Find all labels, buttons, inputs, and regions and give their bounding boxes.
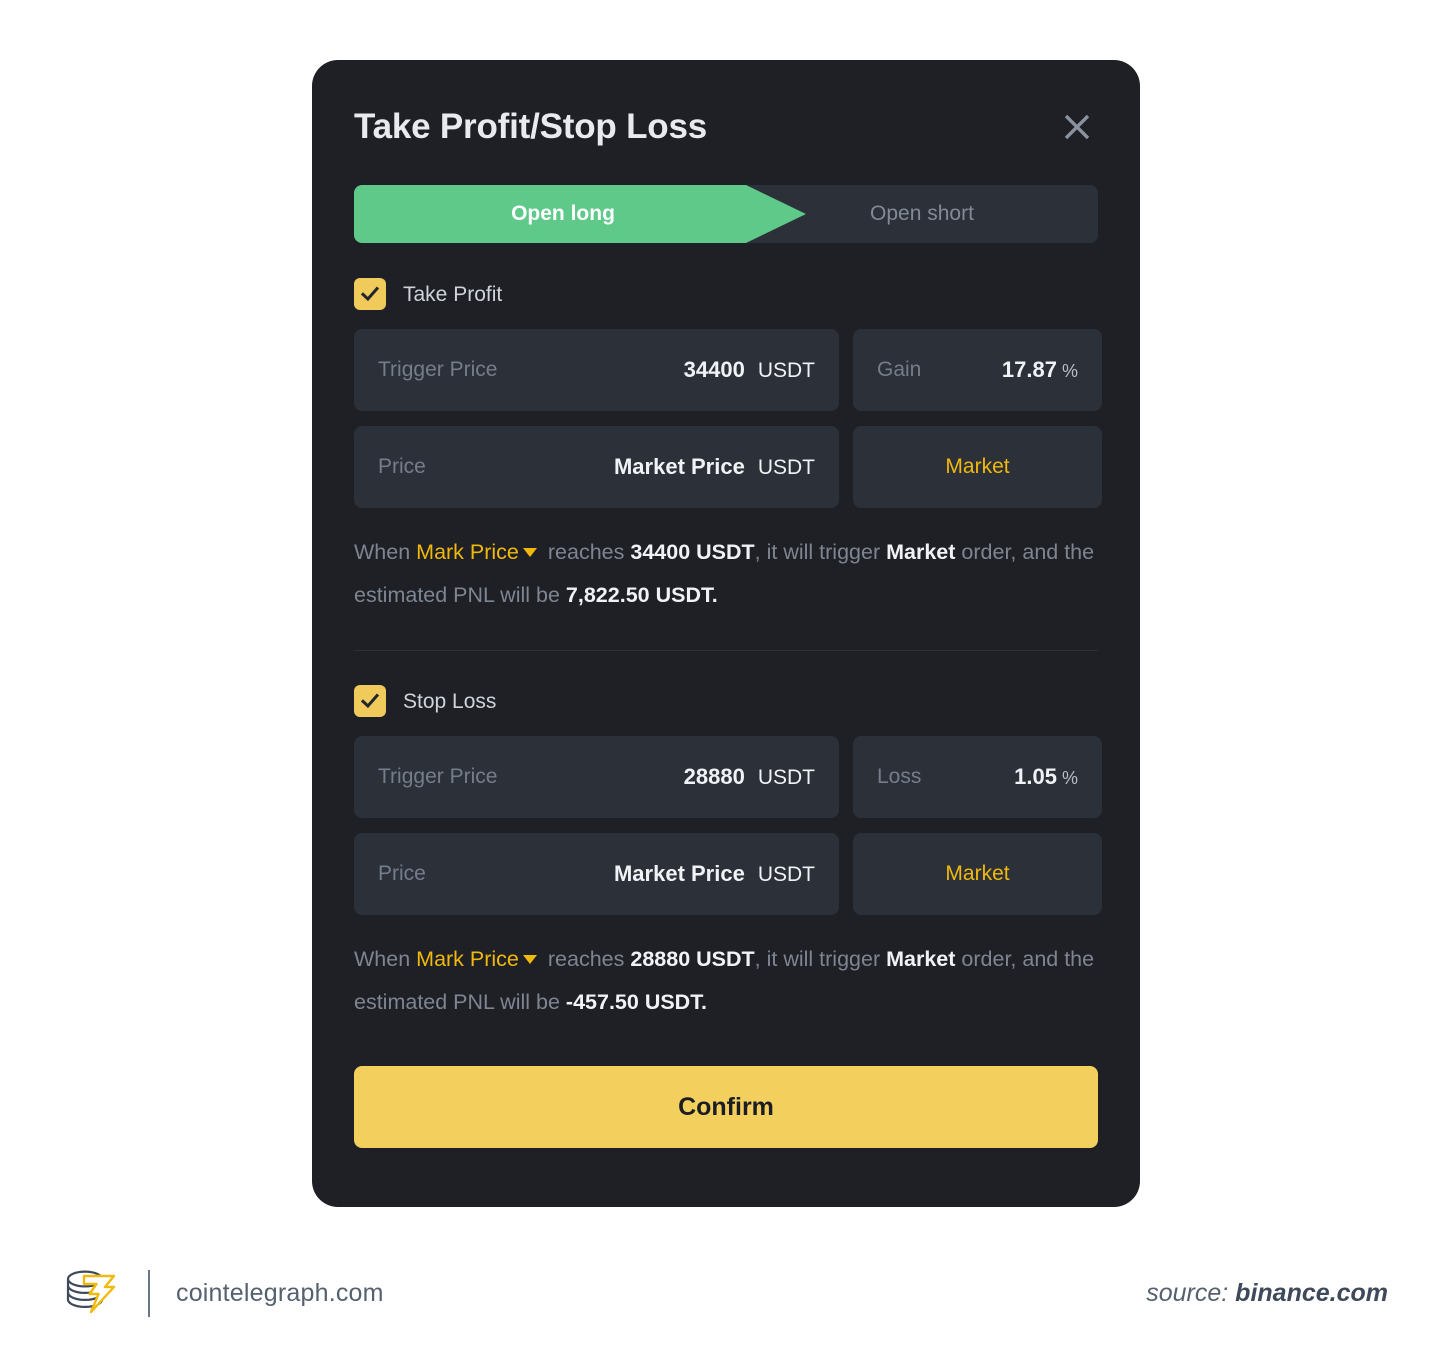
source-attribution: source: binance.com bbox=[1146, 1279, 1388, 1308]
take-profit-gain-value: 17.87 bbox=[1001, 357, 1057, 382]
take-profit-gain-label: Gain bbox=[877, 358, 922, 381]
take-profit-price-value: Market Price bbox=[613, 454, 745, 479]
tab-open-long-label: Open long bbox=[511, 202, 615, 225]
tp-trigger-source-dropdown[interactable]: Mark Price bbox=[416, 540, 519, 564]
stop-loss-description: When Mark Price reaches 28880 USDT, it wi… bbox=[354, 930, 1098, 1024]
stop-loss-price-input[interactable]: Price Market Price USDT bbox=[354, 833, 839, 915]
source-name: binance.com bbox=[1235, 1278, 1388, 1307]
stop-loss-checkbox-row[interactable]: Stop Loss bbox=[354, 681, 1098, 721]
tab-open-long[interactable]: Open long bbox=[354, 185, 806, 243]
tp-desc-trigger-value: 34400 USDT bbox=[630, 540, 755, 564]
chevron-down-icon[interactable] bbox=[522, 954, 537, 964]
take-profit-checkbox[interactable] bbox=[354, 278, 386, 310]
stop-loss-trigger-price-value: 28880 bbox=[683, 764, 745, 789]
close-icon bbox=[1061, 111, 1093, 143]
take-profit-price-unit: USDT bbox=[757, 456, 815, 479]
sl-desc-reaches: reaches bbox=[547, 947, 625, 971]
take-profit-price-row: Price Market Price USDT Market bbox=[354, 426, 1102, 508]
position-side-tabs: Open short Open long bbox=[354, 185, 1098, 243]
stop-loss-price-row: Price Market Price USDT Market bbox=[354, 833, 1102, 915]
page-title: Take Profit/Stop Loss bbox=[354, 107, 707, 146]
stop-loss-trigger-price-input[interactable]: Trigger Price 28880 USDT bbox=[354, 736, 839, 818]
take-profit-trigger-price-input[interactable]: Trigger Price 34400 USDT bbox=[354, 329, 839, 411]
tp-desc-will-trigger: , it will trigger bbox=[754, 540, 881, 564]
stop-loss-loss-label: Loss bbox=[877, 765, 922, 788]
sl-desc-order-type: Market bbox=[886, 947, 956, 971]
take-profit-order-type-label: Market bbox=[945, 455, 1010, 478]
take-profit-trigger-price-unit: USDT bbox=[757, 359, 815, 382]
footer-site-label: cointelegraph.com bbox=[176, 1278, 384, 1307]
check-icon bbox=[359, 283, 381, 305]
take-profit-trigger-price-label: Trigger Price bbox=[378, 358, 498, 381]
chevron-down-icon[interactable] bbox=[522, 547, 537, 557]
stop-loss-loss-unit: % bbox=[1061, 768, 1078, 788]
tp-desc-order-type: Market bbox=[886, 540, 956, 564]
close-button[interactable] bbox=[1056, 106, 1098, 148]
stop-loss-trigger-price-unit: USDT bbox=[757, 766, 815, 789]
stop-loss-checkbox[interactable] bbox=[354, 685, 386, 717]
take-profit-price-input[interactable]: Price Market Price USDT bbox=[354, 426, 839, 508]
stop-loss-loss-value: 1.05 bbox=[1014, 764, 1057, 789]
take-profit-price-label: Price bbox=[378, 455, 426, 478]
section-divider bbox=[354, 650, 1098, 651]
stop-loss-price-unit: USDT bbox=[757, 863, 815, 886]
modal-header: Take Profit/Stop Loss bbox=[354, 60, 1098, 185]
take-profit-order-type-button[interactable]: Market bbox=[853, 426, 1102, 508]
stop-loss-order-type-button[interactable]: Market bbox=[853, 833, 1102, 915]
sl-desc-when: When bbox=[354, 947, 411, 971]
stop-loss-trigger-row: Trigger Price 28880 USDT Loss 1.05 % bbox=[354, 736, 1102, 818]
footer-divider bbox=[148, 1269, 150, 1317]
footer: cointelegraph.com source: binance.com bbox=[0, 1248, 1450, 1338]
take-profit-description: When Mark Price reaches 34400 USDT, it wi… bbox=[354, 523, 1098, 617]
sl-desc-will-trigger: , it will trigger bbox=[754, 947, 881, 971]
stop-loss-price-label: Price bbox=[378, 862, 426, 885]
take-profit-trigger-price-value: 34400 bbox=[683, 357, 745, 382]
sl-desc-pnl: -457.50 USDT. bbox=[565, 990, 707, 1014]
source-prefix: source: bbox=[1146, 1278, 1236, 1307]
tp-desc-when: When bbox=[354, 540, 411, 564]
cointelegraph-logo-icon bbox=[62, 1262, 122, 1325]
take-profit-trigger-row: Trigger Price 34400 USDT Gain 17.87 % bbox=[354, 329, 1102, 411]
take-profit-checkbox-label: Take Profit bbox=[403, 282, 503, 306]
take-profit-checkbox-row[interactable]: Take Profit bbox=[354, 274, 1098, 314]
stop-loss-loss-input[interactable]: Loss 1.05 % bbox=[853, 736, 1102, 818]
footer-brand: cointelegraph.com bbox=[62, 1262, 384, 1325]
take-profit-gain-input[interactable]: Gain 17.87 % bbox=[853, 329, 1102, 411]
tp-desc-pnl: 7,822.50 USDT. bbox=[565, 583, 718, 607]
confirm-button[interactable]: Confirm bbox=[354, 1066, 1098, 1148]
take-profit-stop-loss-modal: Take Profit/Stop Loss Open short Open lo… bbox=[312, 60, 1140, 1207]
sl-trigger-source-dropdown[interactable]: Mark Price bbox=[416, 947, 519, 971]
stop-loss-trigger-price-label: Trigger Price bbox=[378, 765, 498, 788]
check-icon bbox=[359, 690, 381, 712]
stop-loss-checkbox-label: Stop Loss bbox=[403, 689, 497, 713]
sl-desc-trigger-value: 28880 USDT bbox=[630, 947, 755, 971]
tp-desc-reaches: reaches bbox=[547, 540, 625, 564]
take-profit-gain-unit: % bbox=[1061, 361, 1078, 381]
stop-loss-price-value: Market Price bbox=[613, 861, 745, 886]
stop-loss-order-type-label: Market bbox=[945, 862, 1010, 885]
tab-open-short-label: Open short bbox=[870, 202, 974, 225]
